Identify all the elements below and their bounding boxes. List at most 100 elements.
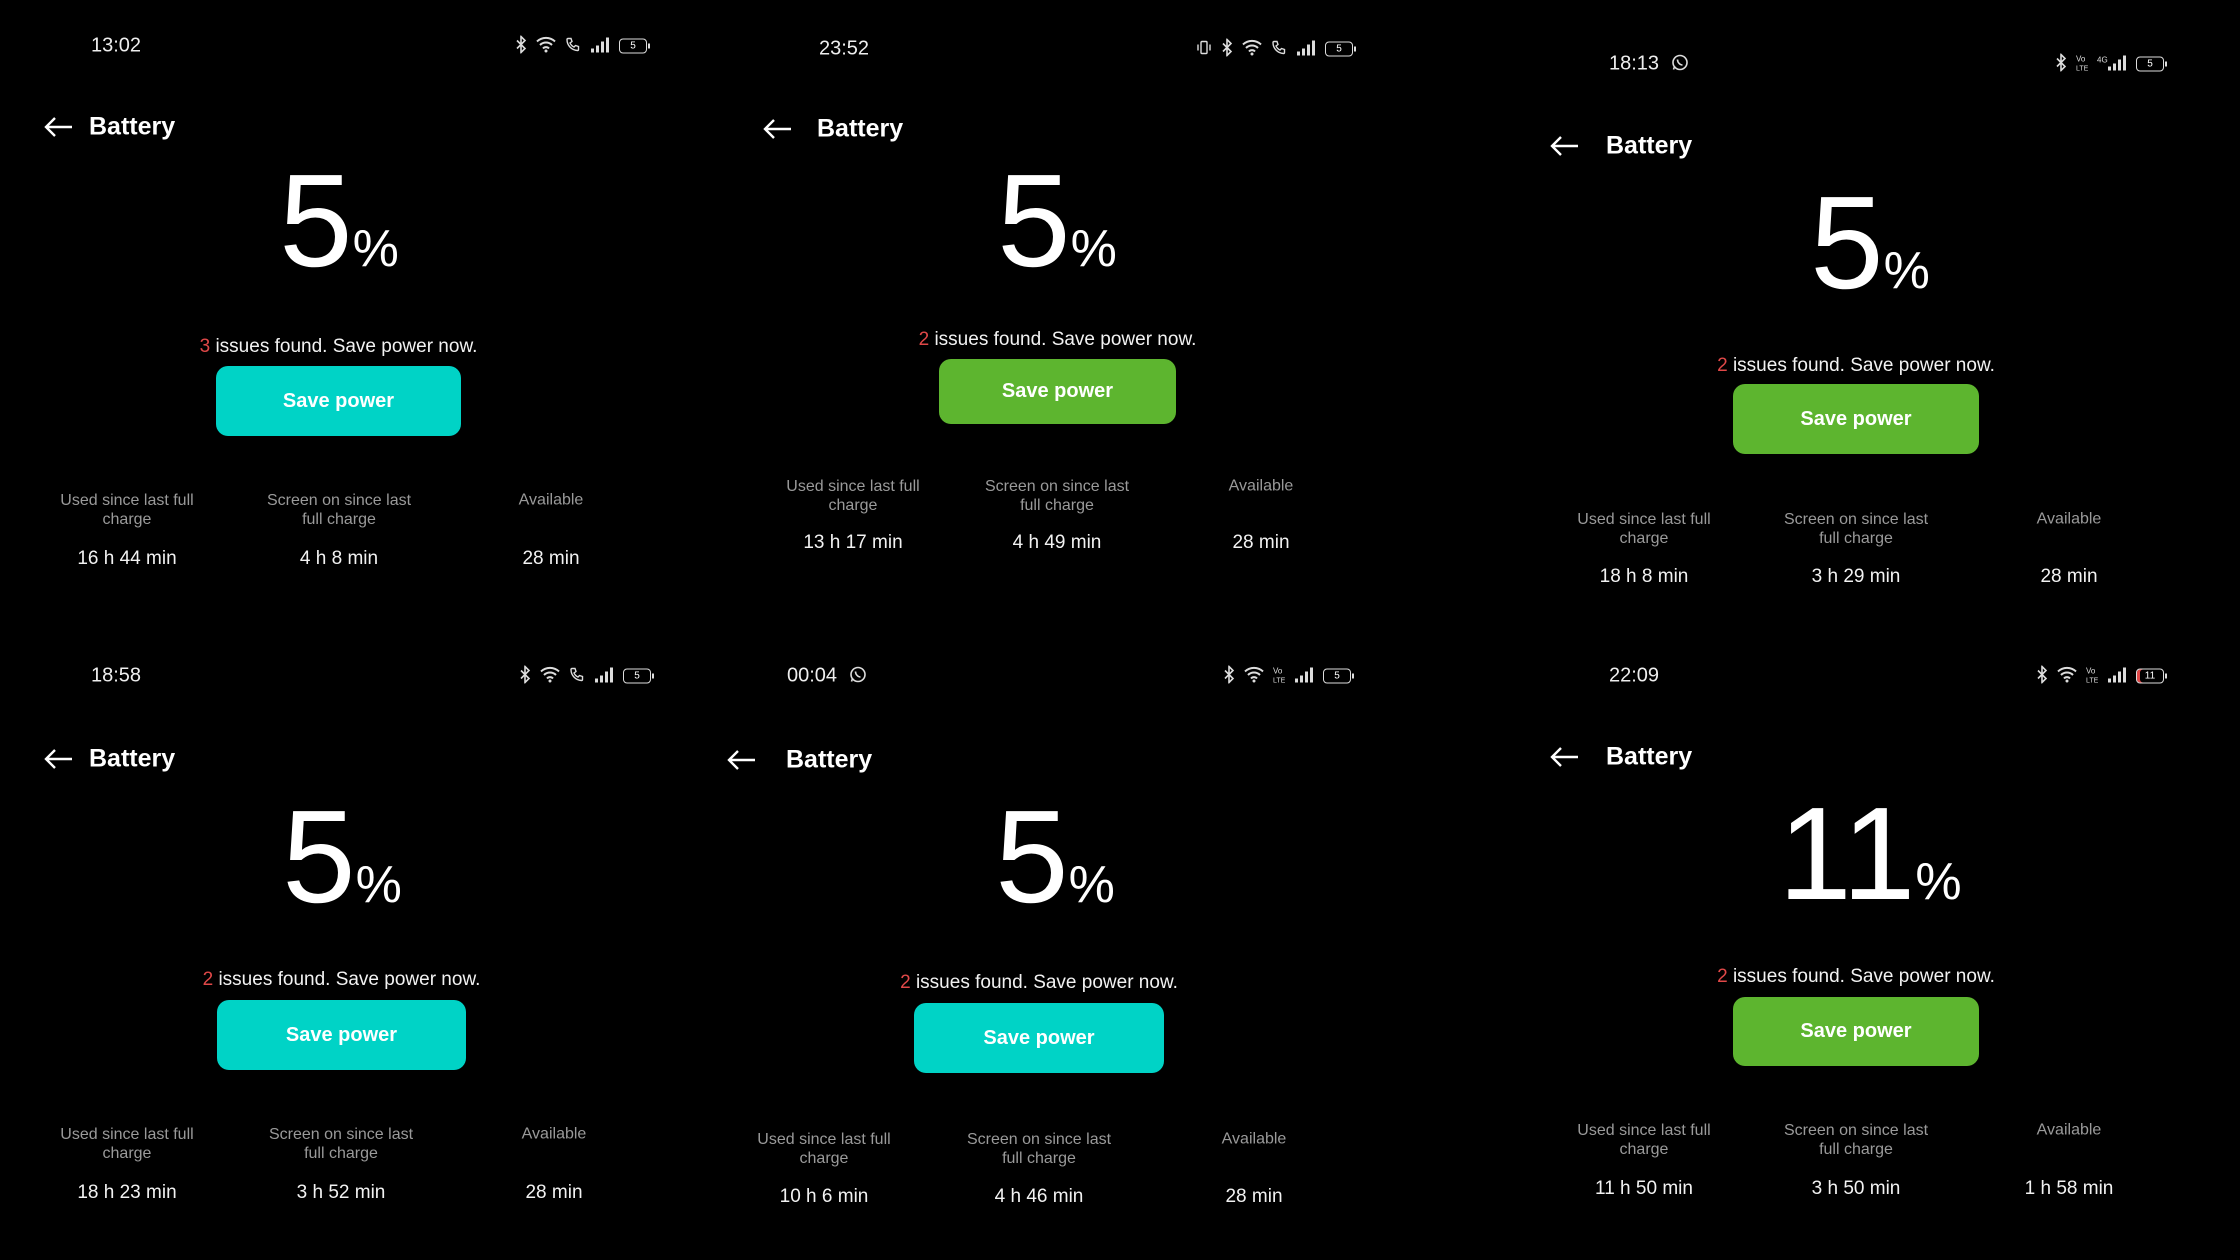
status-time: 23:52	[819, 38, 869, 61]
bluetooth-icon	[2055, 52, 2067, 75]
back-arrow-icon[interactable]	[727, 743, 757, 777]
percent-value: 5	[995, 783, 1069, 930]
stat-value: 1 h 58 min	[2024, 1178, 2114, 1199]
svg-text:Vo: Vo	[1273, 667, 1283, 676]
volte-icon: Vo LTE	[2086, 666, 2099, 687]
percent-sign: %	[1070, 220, 1117, 278]
battery-icon: 5	[1325, 41, 1356, 57]
page-title: Battery	[786, 745, 873, 774]
percent-sign: %	[1068, 856, 1115, 914]
save-power-button[interactable]: Save power	[914, 1003, 1164, 1073]
stat-label: Used since last full charge	[60, 492, 194, 528]
status-time: 22:09	[1609, 665, 1659, 688]
wifi-call-icon	[569, 667, 585, 686]
stat-value: 18 h 8 min	[1599, 566, 1689, 587]
issue-text: issues found. Save power now.	[910, 972, 1178, 993]
stat-label: Available	[2036, 510, 2102, 528]
status-time: 00:04	[787, 665, 867, 688]
percent-value: 5	[997, 147, 1071, 294]
page-title: Battery	[817, 114, 904, 143]
stat-value: 18 h 23 min	[77, 1182, 177, 1203]
time-text: 13:02	[91, 34, 142, 57]
back-arrow-icon[interactable]	[763, 112, 793, 146]
battery-percentage: 5%	[282, 791, 402, 923]
svg-text:LTE: LTE	[2076, 66, 2088, 72]
status-icons: Vo LTE 11	[2036, 664, 2167, 687]
status-icons: Vo LTE 5	[1223, 664, 1354, 687]
wifi-icon	[2057, 666, 2077, 686]
volte-icon: Vo LTE	[2076, 54, 2089, 75]
stat-value: 16 h 44 min	[77, 548, 177, 569]
signal-icon	[1296, 40, 1316, 59]
back-arrow-icon[interactable]	[1550, 740, 1580, 774]
issues-message: 2 issues found. Save power now.	[1717, 355, 1995, 377]
issue-count: 3	[199, 336, 211, 357]
wifi-call-icon	[565, 37, 581, 56]
battery-percentage: 5%	[1810, 177, 1930, 309]
time-text: 23:52	[819, 37, 870, 60]
percent-sign: %	[355, 856, 402, 914]
save-power-button[interactable]: Save power	[939, 359, 1176, 424]
volte-icon: Vo LTE	[1273, 666, 1286, 687]
wifi-icon	[536, 36, 556, 56]
time-text: 18:13	[1609, 52, 1660, 75]
stat-value: 10 h 6 min	[779, 1186, 869, 1207]
page-title: Battery	[1606, 131, 1693, 160]
stat-label: Available	[1221, 1130, 1287, 1148]
whatsapp-icon	[1671, 54, 1689, 75]
stat-label: Available	[521, 1125, 587, 1143]
stat-label: Screen on since last full charge	[984, 478, 1130, 514]
wifi-icon	[1244, 666, 1264, 686]
page-title: Battery	[89, 744, 176, 773]
percent-value: 5	[282, 783, 356, 930]
time-text: 18:58	[91, 664, 142, 687]
percent-value: 5	[1810, 169, 1884, 316]
stat-value: 28 min	[522, 548, 580, 569]
wifi-icon	[1242, 39, 1262, 59]
back-arrow-icon[interactable]	[1550, 129, 1580, 163]
issue-count: 2	[918, 329, 930, 350]
stat-label: Used since last full charge	[757, 1131, 891, 1167]
save-power-button[interactable]: Save power	[217, 1000, 466, 1070]
signal-icon	[590, 37, 610, 56]
battery-icon: 5	[623, 668, 654, 684]
battery-icon: 11	[2136, 668, 2167, 684]
battery-percentage: 11%	[1778, 788, 1961, 920]
page-title: Battery	[89, 112, 176, 141]
status-icons: 5	[1196, 37, 1356, 60]
stat-label: Screen on since last full charge	[268, 1126, 414, 1162]
save-power-button[interactable]: Save power	[1733, 384, 1979, 454]
issues-message: 2 issues found. Save power now.	[919, 329, 1197, 351]
bluetooth-icon	[519, 664, 531, 687]
stat-value: 3 h 29 min	[1811, 566, 1901, 587]
stat-label: Available	[518, 491, 584, 509]
save-power-button[interactable]: Save power	[216, 366, 461, 436]
status-icons: Vo LTE 4G 5	[2055, 52, 2167, 75]
stat-value: 13 h 17 min	[803, 532, 903, 553]
stat-label: Used since last full charge	[60, 1126, 194, 1162]
stat-value: 4 h 46 min	[994, 1186, 1084, 1207]
stat-value: 28 min	[525, 1182, 583, 1203]
page-title: Battery	[1606, 742, 1693, 771]
stat-value: 3 h 50 min	[1811, 1178, 1901, 1199]
svg-text:LTE: LTE	[1273, 678, 1285, 684]
issue-text: issues found. Save power now.	[1727, 355, 1995, 376]
issues-message: 2 issues found. Save power now.	[900, 972, 1178, 994]
issues-message: 2 issues found. Save power now.	[1717, 966, 1995, 988]
status-time: 13:02	[91, 35, 141, 58]
battery-percentage: 5%	[997, 155, 1117, 287]
stat-label: Screen on since last full charge	[1783, 1122, 1929, 1158]
stat-label: Available	[2036, 1121, 2102, 1139]
battery-icon: 5	[1323, 668, 1354, 684]
back-arrow-icon[interactable]	[44, 110, 74, 144]
signal-icon	[2107, 667, 2127, 686]
stat-label: Used since last full charge	[1577, 511, 1711, 547]
bluetooth-icon	[1221, 37, 1233, 60]
save-power-button[interactable]: Save power	[1733, 997, 1979, 1066]
battery-percentage: 5%	[995, 791, 1115, 923]
svg-text:Vo: Vo	[2086, 667, 2096, 676]
stat-value: 3 h 52 min	[296, 1182, 386, 1203]
issue-text: issues found. Save power now.	[213, 969, 481, 990]
back-arrow-icon[interactable]	[44, 742, 74, 776]
wifi-call-icon	[1271, 40, 1287, 59]
